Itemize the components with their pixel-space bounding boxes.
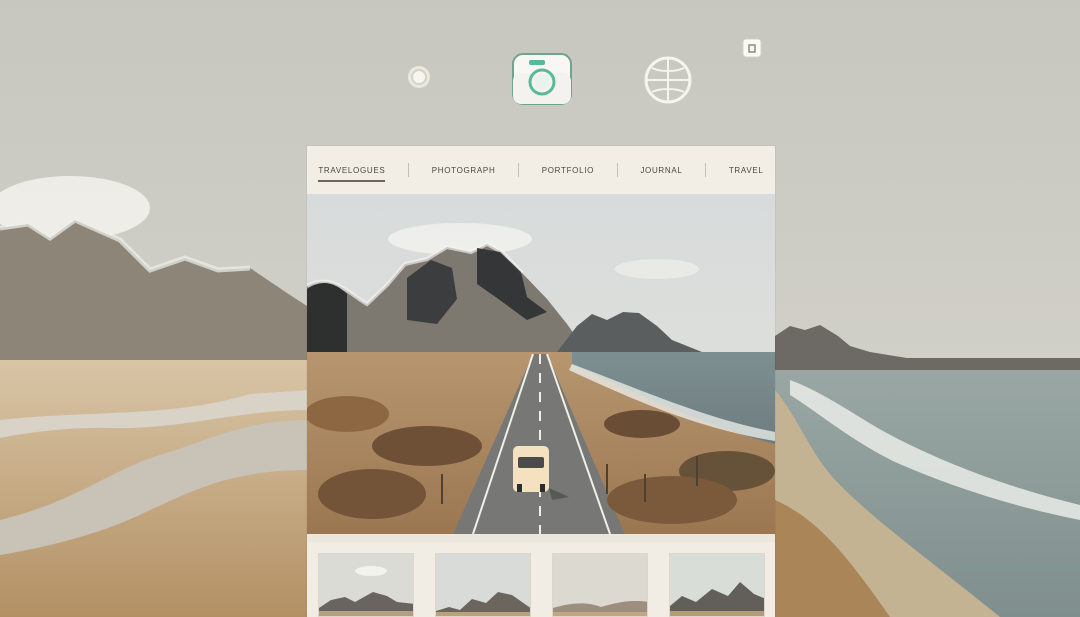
nav-separator: [408, 163, 410, 177]
camera-icon[interactable]: [510, 48, 574, 108]
nav-item-journal[interactable]: JOURNAL: [640, 146, 682, 194]
thumbnail-gallery: [307, 542, 775, 617]
nav-separator: [705, 163, 707, 177]
nav-item-portfolio[interactable]: PORTFOLIO: [542, 146, 594, 194]
thumbnail-mountains-1[interactable]: [317, 553, 414, 617]
nav-separator: [518, 163, 520, 177]
website-panel: TRAVELOGUES PHOTOGRAPH PORTFOLIO JOURNAL…: [307, 146, 775, 617]
thumbnail-coast[interactable]: [551, 553, 648, 617]
hero-image: [307, 194, 775, 534]
thumbnail-peaks[interactable]: [668, 553, 765, 617]
nav-item-travel[interactable]: TRAVEL: [729, 146, 764, 194]
circle-dot-icon: [405, 63, 433, 91]
nav-separator: [616, 163, 618, 177]
thumbnail-mountains-2[interactable]: [434, 553, 531, 617]
nav-item-travelogues[interactable]: TRAVELOGUES: [318, 146, 386, 194]
small-badge-icon: [741, 37, 763, 59]
main-navigation: TRAVELOGUES PHOTOGRAPH PORTFOLIO JOURNAL…: [307, 146, 775, 195]
globe-icon[interactable]: [642, 54, 694, 106]
nav-item-photograph[interactable]: PHOTOGRAPH: [432, 146, 496, 194]
